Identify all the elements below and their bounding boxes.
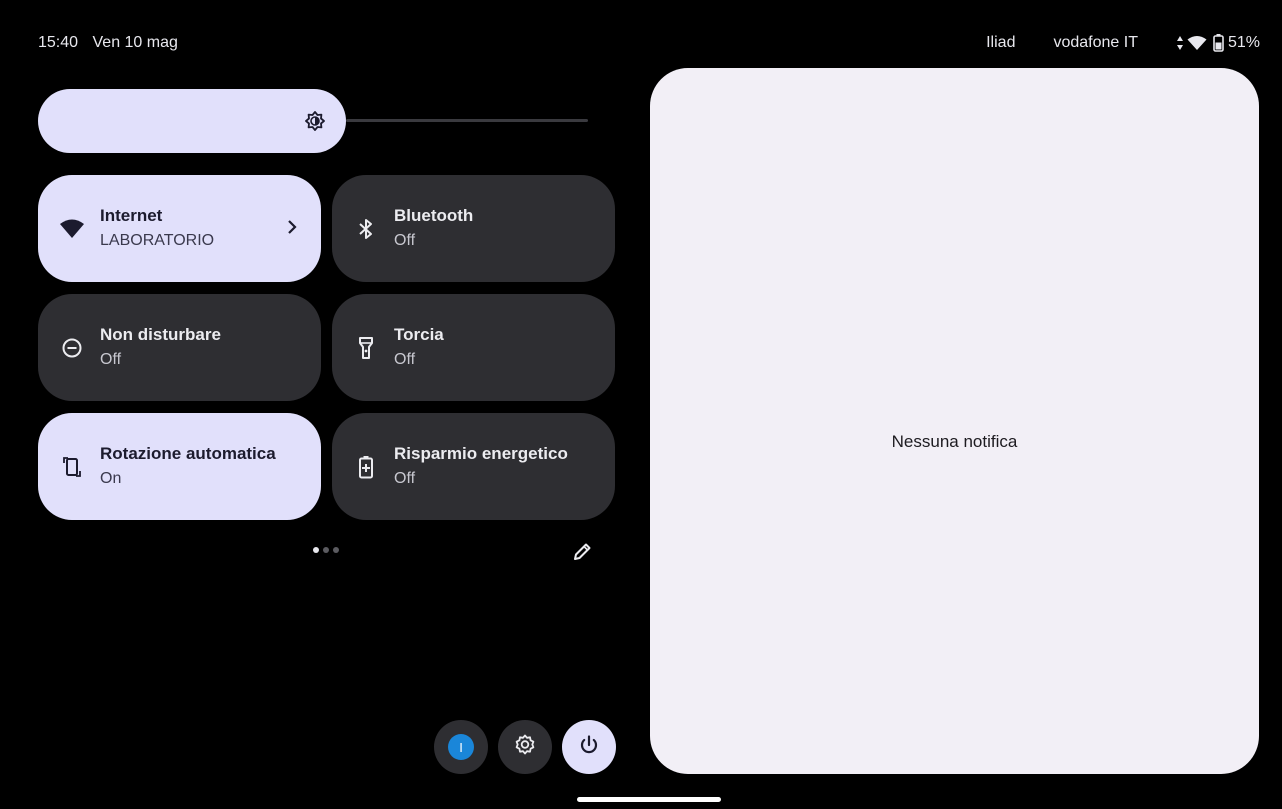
battery-saver-icon [352, 453, 380, 481]
power-button[interactable] [562, 720, 616, 774]
tile-flashlight-state: Off [394, 351, 416, 368]
status-bar-right: Iliad vodafone IT 51% [986, 34, 1260, 52]
auto-rotate-icon [58, 453, 86, 481]
data-activity-icon [1176, 35, 1184, 51]
tile-auto-rotate[interactable]: Rotazione automatica On [38, 413, 321, 520]
tile-bluetooth[interactable]: Bluetooth Off [332, 175, 615, 282]
battery-percentage: 51% [1227, 34, 1260, 51]
tile-internet-state: LABORATORIO [100, 232, 215, 249]
date: Ven 10 mag [92, 34, 178, 51]
tile-bluetooth-state: Off [394, 232, 416, 249]
gear-icon [513, 733, 537, 762]
tile-bluetooth-label: Bluetooth [394, 206, 474, 225]
brightness-slider[interactable] [38, 89, 588, 153]
navigation-handle[interactable] [577, 797, 721, 802]
settings-button[interactable] [498, 720, 552, 774]
tile-auto-rotate-state: On [100, 470, 122, 487]
wifi-icon [58, 215, 86, 243]
wifi-status-icon [1187, 35, 1207, 51]
tile-flashlight-label: Torcia [394, 325, 444, 344]
bluetooth-icon [352, 215, 380, 243]
edit-pencil-icon[interactable] [570, 540, 594, 564]
chevron-right-icon[interactable] [285, 217, 299, 237]
tile-do-not-disturb-state: Off [100, 351, 122, 368]
power-icon [577, 733, 601, 762]
page-dot [333, 547, 339, 553]
clock: 15:40 [38, 34, 79, 51]
brightness-slider-track[interactable] [346, 119, 588, 122]
battery-icon [1213, 34, 1224, 52]
tile-battery-saver[interactable]: Risparmio energetico Off [332, 413, 615, 520]
page-dot-active [313, 547, 319, 553]
user-switcher-button[interactable]: I [434, 720, 488, 774]
flashlight-icon [352, 334, 380, 362]
tile-do-not-disturb-label: Non disturbare [100, 325, 221, 344]
carrier-2: vodafone IT [1053, 34, 1138, 51]
tile-internet[interactable]: Internet LABORATORIO [38, 175, 321, 282]
status-bar-left: 15:40 Ven 10 mag [38, 34, 178, 52]
tile-flashlight[interactable]: Torcia Off [332, 294, 615, 401]
page-dot [323, 547, 329, 553]
tile-battery-saver-label: Risparmio energetico [394, 444, 568, 463]
page-indicator [313, 547, 339, 553]
do-not-disturb-icon [58, 334, 86, 362]
brightness-icon [304, 110, 326, 132]
user-avatar: I [448, 734, 474, 760]
empty-notifications-text: Nessuna notifica [891, 432, 1018, 451]
tile-auto-rotate-label: Rotazione automatica [100, 444, 276, 463]
carrier-1: Iliad [986, 34, 1016, 51]
brightness-slider-fill[interactable] [38, 89, 346, 153]
tile-internet-label: Internet [100, 206, 163, 225]
tile-battery-saver-state: Off [394, 470, 416, 487]
notification-panel: Nessuna notifica [650, 68, 1259, 774]
tile-do-not-disturb[interactable]: Non disturbare Off [38, 294, 321, 401]
